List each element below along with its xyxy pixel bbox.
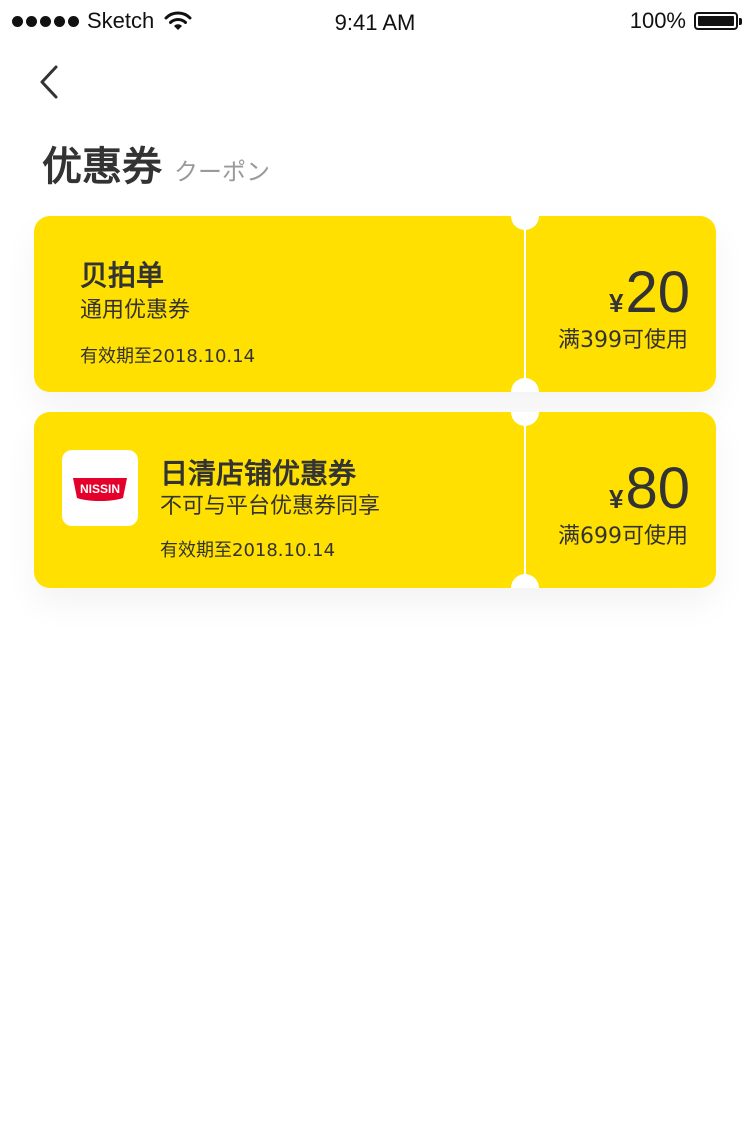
coupon-validity: 有效期至2018.10.14 bbox=[160, 540, 336, 561]
coupon-threshold: 满399可使用 bbox=[558, 328, 688, 353]
currency-symbol: ¥ bbox=[609, 288, 624, 318]
coupon-amount-value: 80 bbox=[625, 456, 690, 521]
chevron-left-icon bbox=[40, 65, 58, 99]
coupon-notch-top bbox=[511, 216, 539, 230]
coupon-notch-bottom bbox=[511, 574, 539, 588]
coupon-amount-value: 20 bbox=[625, 260, 690, 325]
battery-icon bbox=[694, 12, 742, 30]
coupon-card[interactable]: NISSIN 日清店铺优惠券 不可与平台优惠券同享 有效期至2018.10.14… bbox=[34, 412, 716, 588]
coupon-amount: ¥ 80 bbox=[609, 458, 690, 520]
page-title-main: 优惠券 bbox=[42, 144, 162, 190]
nissin-logo-icon: NISSIN bbox=[73, 478, 127, 501]
coupon-divider bbox=[524, 424, 526, 576]
battery-percentage: 100% bbox=[629, 8, 686, 33]
coupon-description: 不可与平台优惠券同享 bbox=[160, 494, 381, 519]
back-button[interactable] bbox=[30, 62, 70, 102]
coupon-notch-bottom bbox=[511, 378, 539, 392]
coupon-amount: ¥ 20 bbox=[609, 262, 690, 324]
coupon-validity: 有效期至2018.10.14 bbox=[80, 346, 256, 367]
nissin-logo-text: NISSIN bbox=[80, 482, 120, 496]
coupon-notch-top bbox=[511, 412, 539, 426]
page-title-subtitle: クーポン bbox=[174, 158, 270, 186]
coupon-list: 贝拍单 通用优惠券 有效期至2018.10.14 ¥ 20 满399可使用 NI… bbox=[34, 216, 716, 608]
nissin-logo: NISSIN bbox=[62, 450, 138, 526]
status-bar: Sketch 9:41 AM 100% bbox=[0, 0, 750, 44]
coupon-name: 日清店铺优惠券 bbox=[160, 457, 357, 490]
currency-symbol: ¥ bbox=[609, 484, 624, 514]
coupon-name: 贝拍单 bbox=[80, 259, 165, 292]
coupon-description: 通用优惠券 bbox=[80, 298, 191, 323]
coupon-threshold: 满699可使用 bbox=[558, 524, 688, 549]
coupon-divider bbox=[524, 228, 526, 380]
status-bar-right: 100% bbox=[629, 8, 742, 34]
page-title: 优惠券 クーポン bbox=[42, 134, 270, 192]
coupon-card[interactable]: 贝拍单 通用优惠券 有效期至2018.10.14 ¥ 20 满399可使用 bbox=[34, 216, 716, 392]
